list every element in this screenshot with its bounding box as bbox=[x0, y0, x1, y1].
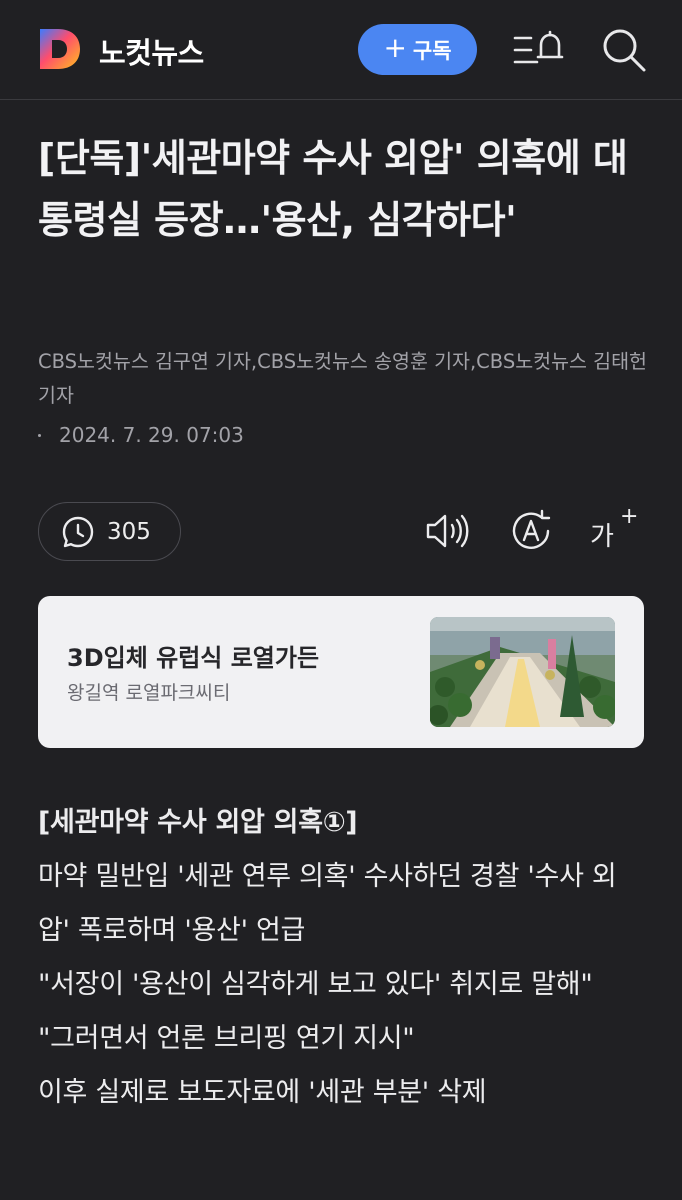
daum-logo-icon[interactable] bbox=[38, 27, 82, 71]
bullet-dot bbox=[38, 433, 41, 437]
plus-icon: + bbox=[620, 504, 639, 529]
comments-button[interactable]: 305 bbox=[38, 502, 181, 561]
translate-icon[interactable] bbox=[508, 508, 554, 554]
top-bar: 노컷뉴스 + 구독 bbox=[0, 0, 682, 100]
article-body: [세관마약 수사 외압 의혹①] 마약 밀반입 '세관 연루 의혹' 수사하던 … bbox=[38, 796, 648, 1120]
subscribe-button[interactable]: + 구독 bbox=[358, 24, 477, 75]
speaker-icon[interactable] bbox=[424, 508, 470, 554]
brand-name[interactable]: 노컷뉴스 bbox=[99, 30, 204, 72]
ad-garden-image bbox=[430, 617, 615, 727]
comment-count: 305 bbox=[107, 518, 151, 545]
menu-bell-icon[interactable] bbox=[513, 30, 565, 70]
ad-subtitle: 왕길역 로열파크씨티 bbox=[67, 682, 231, 704]
font-size-label: 가 bbox=[590, 522, 614, 552]
plus-icon: + bbox=[383, 31, 407, 64]
subscribe-label: 구독 bbox=[412, 38, 452, 63]
ad-title: 3D입체 유럽식 로열가든 bbox=[67, 644, 320, 672]
article-title: [단독]'세관마약 수사 외압' 의혹에 대통령실 등장…'용산, 심각하다' bbox=[38, 136, 628, 242]
article-dateline: 2024. 7. 29. 07:03 bbox=[38, 423, 244, 447]
article-paragraph: 마약 밀반입 '세관 연루 의혹' 수사하던 경찰 '수사 외압' 폭로하며 '… bbox=[38, 861, 617, 946]
ad-card[interactable]: 3D입체 유럽식 로열가든 왕길역 로열파크씨티 bbox=[38, 596, 644, 748]
search-icon[interactable] bbox=[601, 27, 647, 73]
article-paragraph: 이후 실제로 보도자료에 '세관 부분' 삭제 bbox=[38, 1077, 487, 1108]
article-paragraph: "서장이 '용산이 심각하게 보고 있다' 취지로 말해" bbox=[38, 969, 593, 1000]
article-byline: CBS노컷뉴스 김구연 기자,CBS노컷뉴스 송영훈 기자,CBS노컷뉴스 김태… bbox=[38, 350, 647, 407]
article-paragraph: "그러면서 언론 브리핑 연기 지시" bbox=[38, 1023, 415, 1054]
comment-icon bbox=[62, 516, 94, 547]
article-subheading: [세관마약 수사 외압 의혹①] bbox=[38, 807, 358, 838]
article-date: 2024. 7. 29. 07:03 bbox=[59, 423, 244, 447]
font-size-button[interactable]: 가 + bbox=[590, 504, 642, 556]
